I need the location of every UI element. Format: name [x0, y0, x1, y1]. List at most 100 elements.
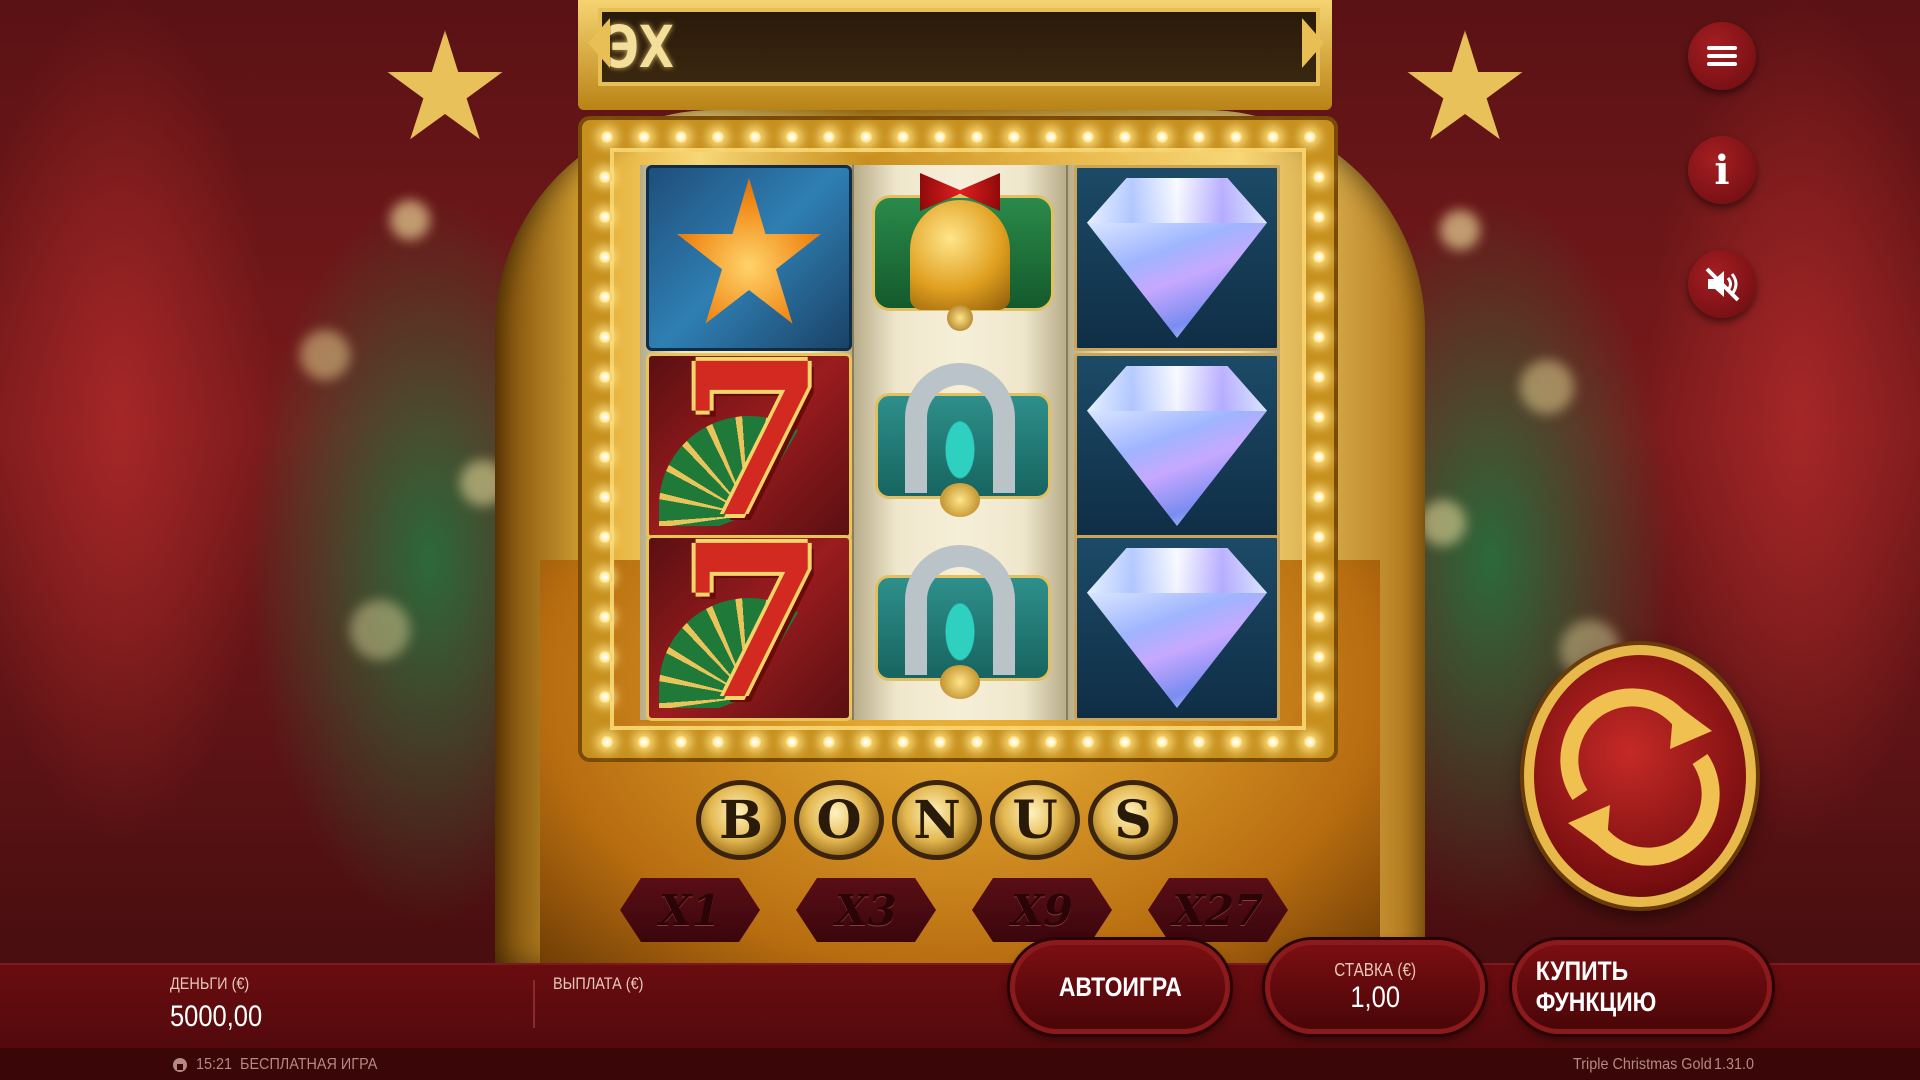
reel-2	[854, 165, 1068, 720]
marquee-bulb	[598, 250, 612, 264]
bonus-letter: O	[794, 780, 884, 860]
horseshoe-icon	[905, 363, 1015, 493]
symbol-diamond	[1074, 353, 1280, 539]
multiplier-x3: X3	[796, 878, 936, 942]
seven-icon: 7	[679, 499, 826, 746]
marquee-bulb	[785, 130, 799, 144]
marquee-bulb	[970, 130, 984, 144]
marquee-bulb	[1081, 130, 1095, 144]
bet-value: 1,00	[1350, 980, 1400, 1014]
message-display: ЭX	[598, 8, 1320, 86]
horseshoe-icon	[905, 545, 1015, 675]
marquee-bulb	[1155, 130, 1169, 144]
marquee-bulb	[859, 130, 873, 144]
marquee-bulb	[598, 410, 612, 424]
symbol-diamond	[1074, 165, 1280, 351]
bet-button[interactable]: СТАВКА (€) 1,00	[1265, 940, 1485, 1034]
symbol-bell	[860, 165, 1060, 345]
marquee-bulb	[1312, 530, 1326, 544]
spin-button[interactable]	[1524, 645, 1756, 907]
marquee-bulb	[598, 690, 612, 704]
marquee-bulb	[1312, 330, 1326, 344]
marquee-bulb	[748, 130, 762, 144]
marquee-bulb	[822, 130, 836, 144]
bokeh-light	[390, 200, 430, 240]
marquee-bulb	[970, 735, 984, 749]
marquee-bulb	[1044, 735, 1058, 749]
marquee-bulb	[1118, 130, 1132, 144]
marquee-bulb	[1312, 250, 1326, 264]
home-icon[interactable]	[172, 1057, 188, 1073]
marquee-bulb	[1303, 735, 1317, 749]
marquee-bulb	[1312, 570, 1326, 584]
marquee-bulb	[1007, 130, 1021, 144]
marquee-bulb	[637, 735, 651, 749]
marquee-bulb	[598, 530, 612, 544]
jingle-bells-icon	[940, 483, 980, 517]
marquee-bulb	[1312, 450, 1326, 464]
bokeh-light	[1420, 500, 1466, 546]
bonus-letters: B O N U S	[696, 780, 1226, 860]
game-title: Triple Christmas Gold	[1573, 1056, 1712, 1073]
marquee-bulb	[1312, 410, 1326, 424]
jingle-bells-icon	[940, 665, 980, 699]
marquee-bulb	[600, 130, 614, 144]
bonus-letter: N	[892, 780, 982, 860]
star-icon	[677, 178, 821, 324]
marquee-bulb	[711, 130, 725, 144]
marquee-bulb	[637, 130, 651, 144]
reel-3	[1068, 165, 1280, 721]
info-button[interactable]: i	[1688, 136, 1756, 204]
marquee-bulb	[1081, 735, 1095, 749]
autoplay-button[interactable]: АВТОИГРА	[1010, 940, 1230, 1034]
marquee-bulb	[1312, 610, 1326, 624]
symbol-diamond	[1074, 535, 1280, 721]
payout-label: ВЫПЛАТА (€)	[553, 974, 644, 993]
bonus-letter: B	[696, 780, 786, 860]
sound-button[interactable]	[1688, 250, 1756, 318]
marquee-bulb	[1044, 130, 1058, 144]
symbol-horseshoe	[860, 535, 1060, 715]
marquee-bulb	[896, 735, 910, 749]
marquee-bulb	[1312, 370, 1326, 384]
tree-star-right	[1407, 30, 1523, 140]
marquee-bulb	[1229, 735, 1243, 749]
marquee-bulb	[1303, 130, 1317, 144]
multiplier-x1: X1	[620, 878, 760, 942]
tree-star-left	[387, 30, 503, 140]
multiplier-row: X1 X3 X9 X27	[620, 878, 1300, 948]
balance-label: ДЕНЬГИ (€)	[170, 974, 250, 993]
marquee-bulb	[1007, 735, 1021, 749]
symbol-seven: 7	[646, 518, 852, 728]
menu-button[interactable]	[1688, 22, 1756, 90]
buy-feature-button[interactable]: КУПИТЬ ФУНКЦИЮ	[1512, 940, 1772, 1034]
info-icon: i	[1714, 146, 1730, 194]
autoplay-label: АВТОИГРА	[1058, 971, 1182, 1002]
bet-label: СТАВКА (€)	[1334, 959, 1416, 980]
diamond-icon	[1087, 366, 1267, 526]
marquee-bulb	[1312, 690, 1326, 704]
bokeh-light	[300, 330, 350, 380]
marquee-bulb	[598, 290, 612, 304]
marquee-bulb	[1229, 130, 1243, 144]
balance-value: 5000,00	[170, 1000, 263, 1033]
buy-feature-label: КУПИТЬ ФУНКЦИЮ	[1535, 956, 1657, 1017]
marquee-bulb	[598, 450, 612, 464]
divider	[533, 980, 535, 1028]
marquee-bulb	[896, 130, 910, 144]
bell-clapper	[947, 305, 973, 331]
diamond-icon	[1087, 548, 1267, 708]
marquee-bulb	[674, 130, 688, 144]
marquee-bulb	[859, 735, 873, 749]
multiplier-x9: X9	[972, 878, 1112, 942]
marquee-bulb	[598, 210, 612, 224]
marquee-bulb	[598, 170, 612, 184]
marquee-bulb	[598, 570, 612, 584]
marquee-bulb	[1312, 490, 1326, 504]
bokeh-light	[1520, 360, 1574, 414]
bell-icon	[910, 200, 1010, 310]
marquee-bulb	[598, 610, 612, 624]
game-mode: БЕСПЛАТНАЯ ИГРА	[240, 1056, 378, 1073]
menu-icon	[1707, 46, 1737, 66]
marquee-bulb	[1192, 735, 1206, 749]
